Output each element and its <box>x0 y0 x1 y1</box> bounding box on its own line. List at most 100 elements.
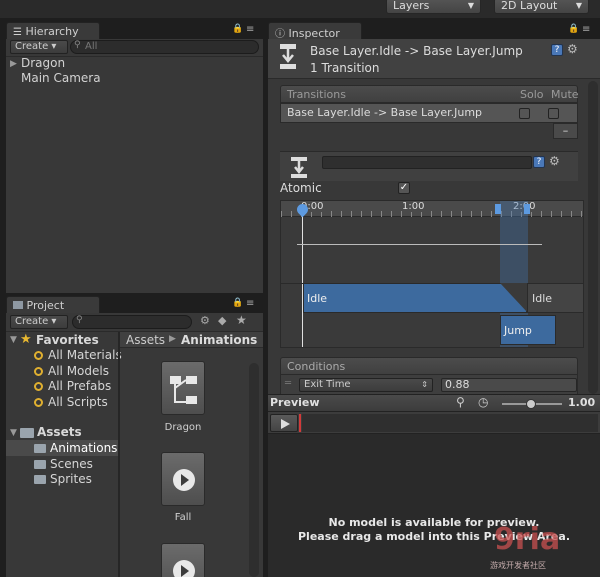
panel-menu-icon[interactable]: ≡ <box>246 24 254 35</box>
favorite-item-all-scripts[interactable]: All Scripts <box>34 395 108 409</box>
up-down-arrows-icon: ⇕ <box>421 380 428 389</box>
project-icon <box>13 301 23 309</box>
animator-controller-icon <box>170 376 197 404</box>
favorite-label: All Prefabs <box>48 379 112 393</box>
tab-inspector[interactable]: ⓘ Inspector <box>268 22 362 40</box>
panel-menu-icon[interactable]: ≡ <box>582 24 590 35</box>
help-icon[interactable]: ? <box>533 156 545 168</box>
lock-icon[interactable]: 🔒 <box>232 24 243 34</box>
transition-name-field[interactable] <box>322 156 532 169</box>
transition-start-marker[interactable] <box>495 204 501 214</box>
folder-item-scenes[interactable]: Scenes <box>34 457 93 471</box>
help-icon[interactable]: ? <box>551 44 563 56</box>
asset-dragon[interactable] <box>161 361 205 415</box>
favorite-star-icon[interactable]: ★ <box>236 313 247 327</box>
remove-transition-button[interactable]: – <box>553 123 578 139</box>
lock-icon[interactable]: 🔒 <box>568 24 579 34</box>
condition-value-field[interactable]: 0.88 <box>441 378 577 392</box>
gear-icon[interactable]: ⚙ <box>567 42 578 56</box>
fade-out-shape <box>500 283 528 313</box>
hierarchy-search-input[interactable]: All <box>70 40 259 54</box>
search-icon: ⚲ <box>74 40 81 50</box>
breadcrumb-animations[interactable]: Animations <box>181 333 257 347</box>
tab-project[interactable]: Project <box>6 296 100 314</box>
project-panel: Create ▾ ⚲ ⚙ ◆ ★ ▼ ★ Favorites All Mater… <box>6 313 263 577</box>
filter-by-type-icon[interactable]: ⚙ <box>200 314 210 327</box>
preview-scrubber-track[interactable] <box>302 414 598 432</box>
layout-dropdown[interactable]: 2D Layout ▼ <box>494 0 589 14</box>
tab-hierarchy[interactable]: ☰ Hierarchy <box>6 22 100 40</box>
transition-timeline[interactable]: 0:00 1:00 2:00 Idle Idle Jump <box>280 200 584 348</box>
condition-row: ═ Exit Time ⇕ 0.88 <box>280 375 578 394</box>
favorite-label: All Models <box>48 364 109 378</box>
expand-arrow-icon[interactable]: ▼ <box>10 428 17 438</box>
folder-item-animations[interactable]: Animations <box>34 441 117 455</box>
search-icon: ⚲ <box>76 315 83 325</box>
inspector-subtitle: 1 Transition <box>310 61 380 75</box>
idle-clip-bar-2[interactable]: Idle <box>527 283 583 313</box>
transition-icon <box>291 157 307 178</box>
gear-icon[interactable]: ⚙ <box>549 154 560 168</box>
filter-by-label-icon[interactable]: ◆ <box>218 314 226 327</box>
inspector-panel: Base Layer.Idle -> Base Layer.Jump 1 Tra… <box>268 39 600 394</box>
folder-item-sprites[interactable]: Sprites <box>34 472 92 486</box>
layout-dropdown-label: 2D Layout <box>501 0 558 12</box>
speed-slider-thumb[interactable] <box>526 399 536 409</box>
ruler-ticks <box>281 211 583 217</box>
preview-scrubber-marker[interactable] <box>299 414 301 432</box>
hierarchy-item-main-camera[interactable]: Main Camera <box>21 71 101 85</box>
preview-header: Preview ⚲ ◷ 1.00 <box>268 394 600 412</box>
transitions-header: Transitions Solo Mute <box>280 85 579 103</box>
breadcrumb-separator-icon: ▶ <box>169 334 176 344</box>
expand-arrow-icon[interactable]: ▼ <box>10 335 17 345</box>
transition-row[interactable]: Base Layer.Idle -> Base Layer.Jump <box>287 106 482 119</box>
folder-icon <box>34 444 46 453</box>
mute-checkbox[interactable] <box>548 108 559 119</box>
jump-clip-bar[interactable]: Jump <box>500 315 556 345</box>
chevron-down-icon: ▼ <box>575 1 582 10</box>
lock-icon[interactable]: 🔒 <box>232 298 243 308</box>
play-button[interactable] <box>270 414 298 432</box>
asset-fall[interactable] <box>161 452 205 506</box>
assets-label[interactable]: Assets <box>37 425 82 439</box>
layers-dropdown-label: Layers <box>393 0 430 12</box>
inspector-title: Base Layer.Idle -> Base Layer.Jump <box>310 44 523 58</box>
inspector-scrollbar[interactable] <box>588 81 598 394</box>
favorite-item-all-prefabs[interactable]: All Prefabs <box>34 379 111 393</box>
project-create-button[interactable]: Create ▾ <box>10 315 68 329</box>
search-icon <box>34 382 43 391</box>
project-search-input[interactable] <box>72 315 192 329</box>
idle-clip-label-2: Idle <box>532 292 553 305</box>
expand-arrow-icon[interactable]: ▶ <box>10 59 17 69</box>
condition-parameter-dropdown[interactable]: Exit Time ⇕ <box>299 378 433 392</box>
transition-end-marker[interactable] <box>524 204 530 214</box>
breadcrumb-assets[interactable]: Assets <box>126 333 165 347</box>
atomic-checkbox[interactable]: ✓ <box>398 182 410 194</box>
panel-menu-icon[interactable]: ≡ <box>246 298 254 309</box>
watermark-subtext: 游戏开发者社区 <box>490 561 546 570</box>
folder-label: Sprites <box>50 472 92 486</box>
watermark-text: 9ria <box>494 522 561 557</box>
favorite-item-all-models[interactable]: All Models <box>34 364 109 378</box>
drag-handle-icon[interactable]: ═ <box>285 378 291 389</box>
condition-parameter-label: Exit Time <box>304 379 351 390</box>
favorite-item-all-materials[interactable]: All Materials <box>34 348 122 362</box>
star-icon: ★ <box>20 332 32 347</box>
project-split-divider[interactable] <box>118 332 120 577</box>
transitions-header-label: Transitions <box>287 88 346 101</box>
asset-grid-scrollbar[interactable] <box>249 363 259 577</box>
pivot-icon[interactable]: ⚲ <box>456 395 465 409</box>
hierarchy-panel: Create ▾ All ⚲ ▶ Dragon Main Camera <box>6 39 263 293</box>
solo-checkbox[interactable] <box>519 108 530 119</box>
asset-clip[interactable] <box>161 543 205 577</box>
playhead-line <box>302 211 303 347</box>
hierarchy-create-button[interactable]: Create ▾ <box>10 40 68 54</box>
transition-icon <box>280 44 296 69</box>
mute-label: Mute <box>551 88 579 101</box>
atomic-label: Atomic <box>280 181 322 195</box>
hierarchy-item-dragon[interactable]: Dragon <box>21 56 65 70</box>
layers-dropdown[interactable]: Layers ▼ <box>386 0 481 14</box>
idle-clip-bar[interactable]: Idle <box>303 283 527 313</box>
folder-label: Animations <box>50 441 118 455</box>
solo-label: Solo <box>520 88 544 101</box>
